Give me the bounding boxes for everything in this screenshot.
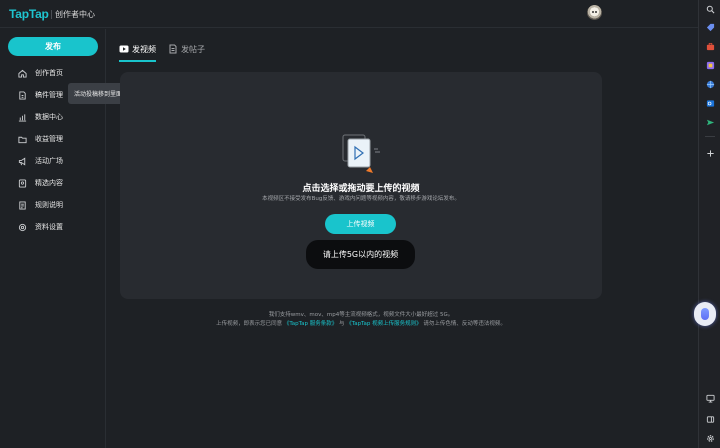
video-upload-illustration (342, 134, 380, 173)
sidebar-item-label: 活动广场 (35, 157, 63, 165)
folder-icon (18, 135, 27, 144)
divider (705, 136, 715, 137)
terms-prefix: 上传视频，即表示您已同意 (216, 321, 283, 327)
sidebar-item-featured[interactable]: 精选内容 (18, 176, 63, 190)
tab-label: 发视频 (132, 44, 156, 54)
upload-title: 点击选择或拖动要上传的视频 (302, 184, 420, 194)
sidebar-item-manuscripts[interactable]: 稿件管理 (18, 88, 63, 102)
sidebar-item-label: 数据中心 (35, 113, 63, 121)
home-icon (18, 69, 27, 78)
sidebar-item-label: 创作首页 (35, 69, 63, 77)
terms-suffix: 请勿上传色情、反动等违法视频。 (423, 321, 506, 327)
plus-icon[interactable] (704, 147, 716, 159)
format-note: 我们支持wmv、mov、mp4等主流视频格式，视频文件大小最好超过 5G。 (268, 312, 454, 318)
sidebar-item-label: 规则说明 (35, 201, 63, 209)
taptap-logo[interactable]: TapTap (9, 7, 49, 21)
sidebar-item-data-center[interactable]: 数据中心 (18, 110, 63, 124)
bar-chart-icon (18, 113, 27, 122)
gear-icon[interactable] (704, 432, 716, 444)
screen-icon[interactable] (704, 392, 716, 404)
upload-video-button[interactable]: 上传视频 (325, 214, 396, 234)
globe-icon[interactable] (704, 78, 716, 90)
megaphone-icon (18, 157, 27, 166)
sidebar-item-label: 资料设置 (35, 223, 63, 231)
settings-icon (18, 223, 27, 232)
terms-mid: 与 (338, 321, 345, 327)
creator-center-title: 创作者中心 (55, 10, 95, 19)
tab-label: 发帖子 (181, 44, 205, 54)
assistant-icon (701, 308, 709, 320)
document-icon (18, 90, 27, 100)
sidebar-item-label: 精选内容 (35, 179, 63, 187)
brand-divider (51, 10, 52, 19)
floating-assistant-button[interactable] (694, 302, 716, 326)
window-icon[interactable] (704, 413, 716, 425)
terms-of-service-link[interactable]: 《TapTap 服务条款》 (284, 321, 337, 327)
file-size-tip: 请上传5G以内的视频 (306, 240, 415, 269)
send-icon[interactable] (704, 116, 716, 128)
top-header: TapTap 创作者中心 (0, 0, 698, 28)
sidebar-item-label: 收益管理 (35, 135, 63, 143)
upload-description: 本视频区不接受发布Bug反馈、游戏内问题等视频内容，敬请移步游戏论坛发布。 (262, 196, 460, 202)
browser-extension-bar (698, 0, 720, 448)
tab-post-video[interactable]: 发视频 (119, 42, 156, 56)
rules-icon (18, 200, 27, 210)
badge-icon (18, 178, 27, 188)
tab-post-thread[interactable]: 发帖子 (168, 42, 205, 56)
upload-rules-link[interactable]: 《TapTap 视频上传服务规则》 (346, 321, 421, 327)
outlook-icon[interactable] (704, 97, 716, 109)
sidebar-item-earnings[interactable]: 收益管理 (18, 132, 63, 146)
sidebar-item-profile-settings[interactable]: 资料设置 (18, 220, 63, 234)
toolbox-icon[interactable] (704, 40, 716, 52)
sidebar-item-activity-square[interactable]: 活动广场 (18, 154, 63, 168)
tag-icon[interactable] (704, 21, 716, 33)
search-icon[interactable] (704, 3, 716, 15)
sidebar-item-creation-home[interactable]: 创作首页 (18, 66, 63, 80)
puzzle-icon[interactable] (704, 59, 716, 71)
sidebar-item-label: 稿件管理 (35, 91, 63, 99)
post-icon (168, 44, 178, 54)
active-tab-indicator (119, 60, 156, 62)
user-avatar[interactable] (587, 5, 602, 20)
video-icon (119, 44, 129, 54)
publish-button[interactable]: 发布 (8, 37, 98, 56)
sidebar-item-rules[interactable]: 规则说明 (18, 198, 63, 212)
terms-note: 上传视频，即表示您已同意 《TapTap 服务条款》 与 《TapTap 视频上… (120, 319, 602, 327)
